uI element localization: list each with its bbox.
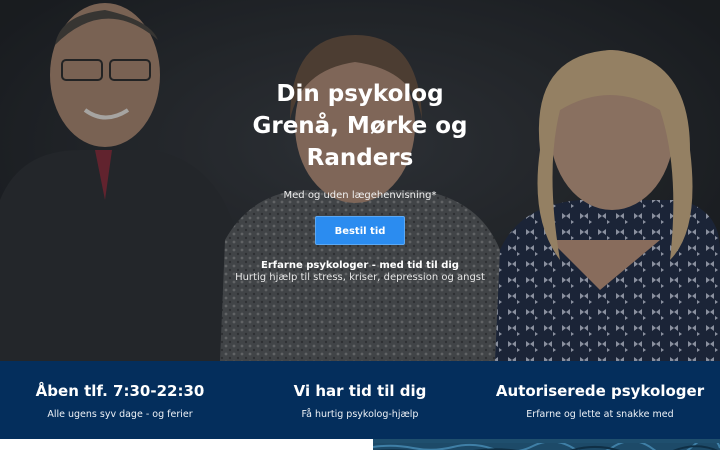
hero-title: Din psykolog Grenå, Mørke og Randers [252, 81, 468, 171]
water-image [373, 439, 720, 450]
bottom-section-left [0, 439, 373, 450]
feature-authorized: Autoriserede psykologer Erfarne og lette… [480, 361, 720, 439]
feature-phone-hours: Åben tlf. 7:30-22:30 Alle ugens syv dage… [0, 361, 240, 439]
feature-desc: Få hurtig psykolog-hjælp [301, 409, 419, 420]
feature-title: Vi har tid til dig [293, 382, 427, 400]
hero-content: Din psykolog Grenå, Mørke og Randers Med… [180, 78, 540, 283]
bottom-section-image [373, 439, 720, 450]
hero-subtitle: Med og uden lægehenvisning* [283, 190, 437, 201]
feature-title: Autoriserede psykologer [495, 382, 705, 400]
hero-tagline: Erfarne psykologer - med tid til dig [261, 260, 459, 271]
features-band: Åben tlf. 7:30-22:30 Alle ugens syv dage… [0, 361, 720, 439]
feature-time-for-you: Vi har tid til dig Få hurtig psykolog-hj… [240, 361, 480, 439]
feature-desc: Alle ugens syv dage - og ferier [47, 409, 193, 420]
page: Din psykolog Grenå, Mørke og Randers Med… [0, 0, 720, 450]
feature-title: Åben tlf. 7:30-22:30 [35, 382, 205, 400]
hero-section: Din psykolog Grenå, Mørke og Randers Med… [0, 0, 720, 361]
hero-tagline-sub: Hurtig hjælp til stress, kriser, depress… [235, 272, 485, 283]
feature-desc: Erfarne og lette at snakke med [526, 409, 674, 420]
book-appointment-button[interactable]: Bestil tid [315, 216, 405, 245]
